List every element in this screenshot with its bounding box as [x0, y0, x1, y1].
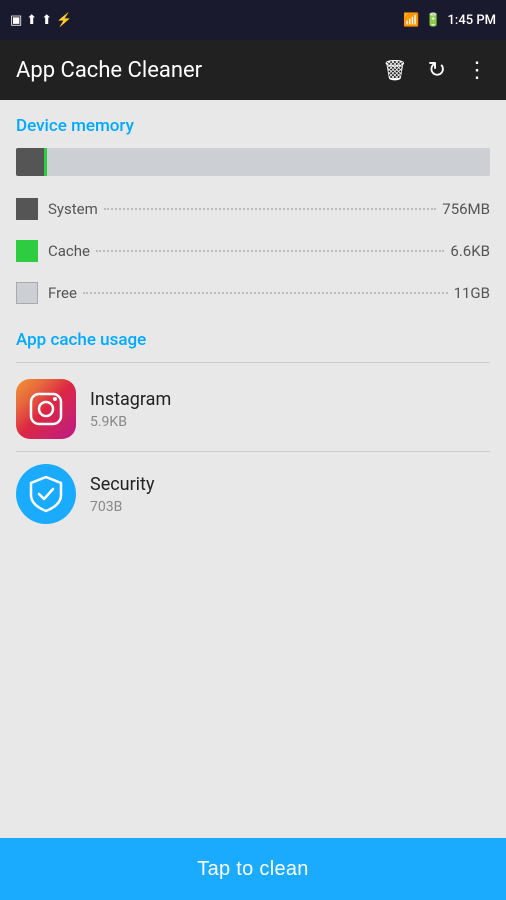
tap-to-clean-label: Tap to clean: [197, 858, 308, 881]
status-icons-right: 📶 🔋 1:45 PM: [403, 13, 496, 28]
upload-icon: ⬆: [26, 13, 37, 28]
instagram-info: Instagram 5.9KB: [90, 389, 171, 430]
system-label: System: [48, 200, 98, 218]
page-title: App Cache Cleaner: [16, 58, 202, 83]
more-options-icon[interactable]: ⋮: [466, 58, 490, 83]
cache-color: [16, 240, 38, 262]
cache-value: 6.6KB: [450, 242, 490, 260]
system-value: 756MB: [442, 200, 490, 218]
free-value: 11GB: [454, 284, 490, 302]
dotted-divider: [96, 250, 444, 252]
security-info: Security 703B: [90, 474, 154, 515]
list-item[interactable]: Security 703B: [16, 452, 490, 536]
free-color: [16, 282, 38, 304]
instagram-name: Instagram: [90, 389, 171, 410]
app-cache-title: App cache usage: [16, 330, 490, 350]
status-time: 1:45 PM: [448, 13, 497, 28]
toolbar-actions: 🗑 ↻ ⋮: [382, 58, 490, 83]
battery-icon: 🔋: [425, 13, 441, 28]
legend-system: System 756MB: [16, 192, 490, 226]
list-item[interactable]: Instagram 5.9KB: [16, 367, 490, 452]
refresh-icon[interactable]: ↻: [428, 58, 446, 83]
wifi-icon: 📶: [403, 13, 419, 28]
system-bar-segment: [16, 148, 44, 176]
toolbar: App Cache Cleaner 🗑 ↻ ⋮: [0, 40, 506, 100]
legend-cache: Cache 6.6KB: [16, 234, 490, 268]
status-icons-left: ▣ ⬆ ⬆ ⚡: [10, 13, 72, 28]
instagram-app-icon: [16, 379, 76, 439]
top-divider: [16, 362, 490, 363]
shield-svg: [29, 475, 63, 513]
dotted-divider: [83, 292, 448, 294]
system-color: [16, 198, 38, 220]
notification-icon: ▣: [10, 13, 22, 28]
instagram-size: 5.9KB: [90, 414, 171, 430]
status-bar: ▣ ⬆ ⬆ ⚡ 📶 🔋 1:45 PM: [0, 0, 506, 40]
device-memory-title: Device memory: [16, 116, 490, 136]
app-cache-section: App cache usage Instagram 5.9KB: [16, 330, 490, 536]
sync-icon: ⬆: [41, 13, 52, 28]
usb-icon: ⚡: [56, 13, 72, 28]
delete-icon[interactable]: 🗑: [382, 58, 407, 82]
memory-bar: [16, 148, 490, 176]
security-app-icon: [16, 464, 76, 524]
free-label: Free: [48, 284, 77, 302]
dotted-divider: [104, 208, 437, 210]
tap-to-clean-button[interactable]: Tap to clean: [0, 838, 506, 900]
security-name: Security: [90, 474, 154, 495]
main-content: Device memory System 756MB Cache 6.6KB: [0, 100, 506, 552]
legend-free: Free 11GB: [16, 276, 490, 310]
instagram-svg: [27, 390, 65, 428]
cache-label: Cache: [48, 242, 90, 260]
free-bar-segment: [47, 148, 490, 176]
memory-legend: System 756MB Cache 6.6KB Free 11GB: [16, 192, 490, 310]
security-size: 703B: [90, 499, 154, 515]
